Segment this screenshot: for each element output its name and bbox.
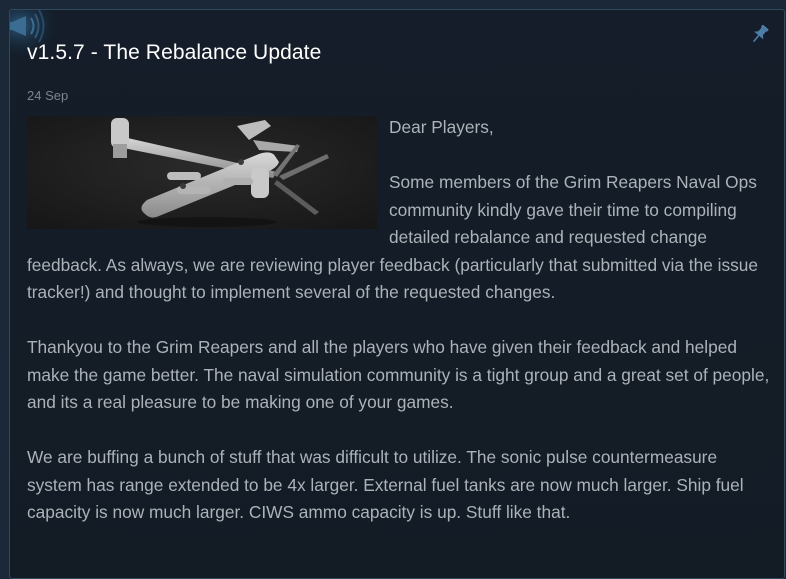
announcement-card: v1.5.7 - The Rebalance Update 24 Sep Dea… [9,9,785,579]
paragraph: Thankyou to the Grim Reapers and all the… [27,337,770,412]
paragraph: We are buffing a bunch of stuff that was… [27,447,744,522]
aircraft-image [27,116,377,229]
post-body: Dear Players, Some members of the Grim R… [27,114,770,554]
pin-icon[interactable] [748,22,772,46]
post-title[interactable]: v1.5.7 - The Rebalance Update [27,41,321,65]
post-date: 24 Sep [27,88,69,103]
